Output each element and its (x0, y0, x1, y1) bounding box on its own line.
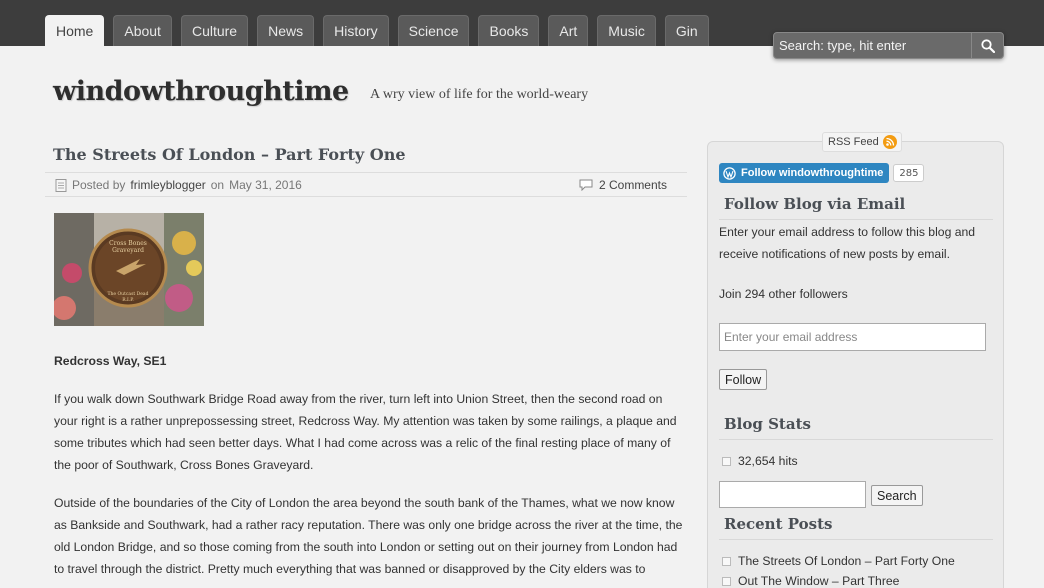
author-link[interactable]: frimleyblogger (130, 178, 205, 192)
sidebar-search-input[interactable] (719, 481, 866, 508)
follow-blog-label: Follow windowthroughtime (741, 167, 884, 179)
post-title[interactable]: The Streets Of London – Part Forty One (53, 145, 406, 164)
sidebar-search-button[interactable]: Search (871, 485, 923, 506)
wordpress-icon (723, 166, 736, 180)
plaque-bottom-line1: The Outcast Dead (108, 291, 149, 297)
hits-count: 32,654 hits (738, 454, 798, 468)
tab-culture[interactable]: Culture (180, 15, 249, 46)
rss-icon (882, 135, 897, 149)
post-image-cross-bones-plaque[interactable]: Cross Bones Graveyard The Outcast Dead R… (54, 213, 204, 326)
post-meta: Posted by frimleyblogger on May 31, 2016… (45, 172, 687, 197)
main-nav: Home About Culture News History Science Books A… (45, 15, 718, 46)
tab-about[interactable]: About (113, 15, 172, 46)
post-paragraph: Outside of the boundaries of the City of… (54, 496, 683, 576)
tab-history[interactable]: History (323, 15, 389, 46)
post-date: May 31, 2016 (229, 178, 302, 192)
recent-post-item[interactable]: The Streets Of London – Part Forty One (722, 554, 955, 568)
recent-posts-title: Recent Posts (724, 515, 833, 533)
bullet-icon (722, 456, 731, 466)
tab-books[interactable]: Books (478, 15, 540, 46)
follow-button[interactable]: Follow (719, 369, 768, 390)
plaque-title-line2: Graveyard (112, 247, 144, 254)
recent-post-link[interactable]: Out The Window – Part Three (738, 574, 899, 588)
recent-post-link[interactable]: The Streets Of London – Part Forty One (738, 554, 955, 568)
site-title[interactable]: windowthroughtime (53, 76, 349, 107)
divider (719, 439, 993, 440)
search-icon (980, 38, 995, 53)
comments-link[interactable]: 2 Comments (579, 178, 667, 192)
site-tagline: A wry view of life for the world-weary (370, 87, 589, 102)
post-body: Redcross Way, SE1 If you walk down South… (54, 350, 686, 588)
tab-gin[interactable]: Gin (664, 15, 709, 46)
tab-home[interactable]: Home (45, 15, 105, 46)
tab-news[interactable]: News (257, 15, 315, 46)
followers-count-text: Join 294 other followers (719, 287, 848, 301)
search-button[interactable] (971, 33, 1003, 58)
plaque-bottom-line2: R.I.P. (122, 297, 134, 303)
search-input[interactable] (774, 33, 971, 58)
divider (719, 219, 993, 220)
recent-post-item[interactable]: Out The Window – Part Three (722, 574, 899, 588)
email-widget-title: Follow Blog via Email (724, 195, 906, 213)
comment-icon (579, 179, 593, 191)
tab-art[interactable]: Art (548, 15, 589, 46)
document-icon (55, 178, 67, 192)
rss-label: RSS Feed (828, 136, 879, 148)
posted-by-label: Posted by (72, 178, 126, 192)
divider (719, 539, 993, 540)
on-label: on (210, 178, 225, 192)
blog-hits: 32,654 hits (722, 454, 798, 468)
bullet-icon (722, 576, 731, 586)
email-widget-description: Enter your email address to follow this … (719, 225, 976, 261)
bullet-icon (722, 556, 731, 566)
header-search (773, 32, 1004, 59)
tab-music[interactable]: Music (597, 15, 656, 46)
email-field[interactable] (719, 323, 986, 351)
post-subhead: Redcross Way, SE1 (54, 354, 167, 368)
plaque-title-line1: Cross Bones (109, 240, 147, 247)
comments-count: 2 Comments (598, 178, 667, 192)
tab-science[interactable]: Science (397, 15, 470, 46)
follow-blog-button[interactable]: Follow windowthroughtime (719, 163, 890, 183)
blog-stats-title: Blog Stats (724, 415, 811, 433)
post-paragraph: If you walk down Southwark Bridge Road a… (54, 392, 677, 472)
follower-count-badge: 285 (893, 164, 925, 182)
follow-wordpress: Follow windowthroughtime 285 (719, 163, 925, 183)
rss-feed-link[interactable]: RSS Feed (822, 132, 902, 152)
